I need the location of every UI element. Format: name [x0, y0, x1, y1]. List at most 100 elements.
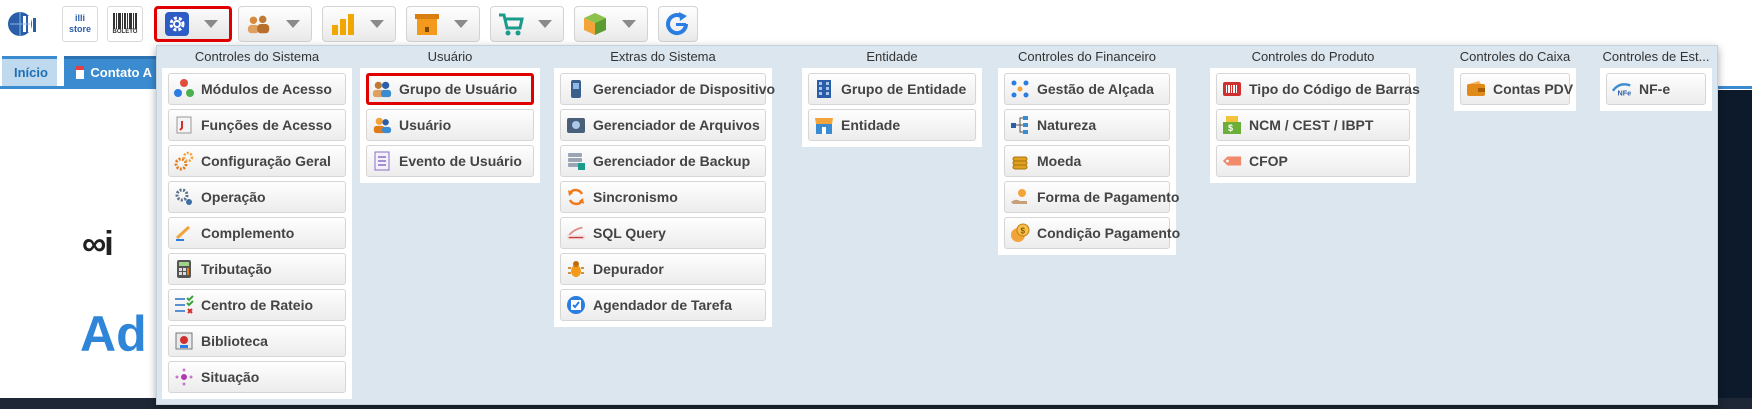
menu-item-sql-query[interactable]: SQL Query — [560, 217, 766, 249]
menu-item-label: Moeda — [1037, 153, 1082, 169]
menu-item-label: Condição Pagamento — [1037, 225, 1181, 241]
column-title: Entidade — [866, 49, 918, 64]
menu-item-label: Biblioteca — [201, 333, 268, 349]
logo-globe-icon[interactable] — [4, 6, 40, 42]
checklist-icon — [174, 295, 194, 315]
column-controles-sistema: Controles do Sistema Módulos de Acesso F… — [162, 46, 352, 399]
task-check-icon — [566, 295, 586, 315]
library-icon — [174, 331, 194, 351]
menu-item-label: Agendador de Tarefa — [593, 297, 732, 313]
svg-text:$: $ — [1021, 227, 1026, 236]
menu-item-label: NF-e — [1639, 81, 1671, 97]
situation-icon — [174, 367, 194, 387]
chevron-down-icon — [454, 20, 468, 28]
menu-item-gestao-alcada[interactable]: Gestão de Alçada — [1004, 73, 1170, 105]
menu-item-gerenciador-backup[interactable]: Gerenciador de Backup — [560, 145, 766, 177]
operation-icon — [174, 187, 194, 207]
menu-item-label: Situação — [201, 369, 260, 385]
gears-icon — [174, 151, 194, 171]
menu-item-grupo-entidade[interactable]: Grupo de Entidade — [808, 73, 976, 105]
column-title: Controles do Financeiro — [1017, 49, 1157, 64]
column-title: Controles de Est... — [1602, 49, 1710, 64]
menu-item-label: Natureza — [1037, 117, 1097, 133]
refresh-button[interactable] — [658, 6, 698, 42]
menu-item-modulos-acesso[interactable]: Módulos de Acesso — [168, 73, 346, 105]
menu-item-label: CFOP — [1249, 153, 1288, 169]
menu-item-centro-rateio[interactable]: Centro de Rateio — [168, 289, 346, 321]
menu-item-nfe[interactable]: NFe NF-e — [1606, 73, 1706, 105]
menu-item-label: Tipo do Código de Barras — [1249, 81, 1420, 97]
menu-item-tributacao[interactable]: Tributação — [168, 253, 346, 285]
products-menu-button[interactable] — [574, 6, 648, 42]
column-title: Controles do Sistema — [194, 49, 320, 64]
menu-item-entidade[interactable]: Entidade — [808, 109, 976, 141]
menu-item-label: Gerenciador de Arquivos — [593, 117, 760, 133]
menu-item-sincronismo[interactable]: Sincronismo — [560, 181, 766, 213]
menu-item-complemento[interactable]: Complemento — [168, 217, 346, 249]
menu-item-contas-pdv[interactable]: Contas PDV — [1460, 73, 1573, 105]
menu-item-situacao[interactable]: Situação — [168, 361, 346, 393]
menu-item-label: Grupo de Usuário — [399, 81, 518, 97]
tab-inicio[interactable]: Início — [2, 56, 57, 86]
calendar-icon — [76, 66, 85, 79]
background-brand-text: ∞i — [82, 225, 114, 263]
menu-item-label: Gerenciador de Dispositivo — [593, 81, 776, 97]
menu-item-forma-pagamento[interactable]: Forma de Pagamento — [1004, 181, 1179, 213]
complement-icon — [174, 223, 194, 243]
menu-item-funcoes-acesso[interactable]: Funções de Acesso — [168, 109, 346, 141]
sync-icon — [566, 187, 586, 207]
users-menu-button[interactable] — [238, 6, 312, 42]
system-settings-button[interactable] — [154, 6, 232, 42]
sales-menu-button[interactable] — [490, 6, 564, 42]
cfop-tag-icon — [1222, 151, 1242, 171]
file-manager-icon — [566, 115, 586, 135]
menu-item-label: Usuário — [399, 117, 452, 133]
menu-item-cfop[interactable]: CFOP — [1216, 145, 1410, 177]
menu-item-label: Sincronismo — [593, 189, 678, 205]
functions-icon — [174, 115, 194, 135]
menu-item-configuracao-geral[interactable]: Configuração Geral — [168, 145, 346, 177]
stock-menu-button[interactable] — [406, 6, 480, 42]
menu-item-label: Gestão de Alçada — [1037, 81, 1154, 97]
menu-item-gerenciador-dispositivo[interactable]: Gerenciador de Dispositivo — [560, 73, 775, 105]
column-title: Controles do Produto — [1251, 49, 1375, 64]
svg-text:$: $ — [1228, 123, 1233, 133]
box-icon — [414, 11, 440, 37]
menu-item-label: Operação — [201, 189, 266, 205]
menu-item-moeda[interactable]: Moeda — [1004, 145, 1170, 177]
menu-item-operacao[interactable]: Operação — [168, 181, 346, 213]
menu-item-label: Funções de Acesso — [201, 117, 332, 133]
menu-item-gerenciador-arquivos[interactable]: Gerenciador de Arquivos — [560, 109, 766, 141]
menu-item-biblioteca[interactable]: Biblioteca — [168, 325, 346, 357]
bug-icon — [566, 259, 586, 279]
menu-item-evento-usuario[interactable]: Evento de Usuário — [366, 145, 534, 177]
boleto-label: BOLETO — [112, 29, 138, 35]
reports-menu-button[interactable] — [322, 6, 396, 42]
barcode-icon — [1222, 79, 1242, 99]
menu-item-ncm-cest-ibpt[interactable]: $ NCM / CEST / IBPT — [1216, 109, 1410, 141]
calculator-icon — [174, 259, 194, 279]
svg-text:NFe: NFe — [1617, 88, 1631, 97]
illi-store-logo[interactable]: illi store — [62, 6, 98, 42]
boleto-barcode-icon[interactable]: BOLETO — [107, 6, 143, 42]
chevron-down-icon — [538, 20, 552, 28]
menu-item-label: NCM / CEST / IBPT — [1249, 117, 1374, 133]
background-heading: Ad — [80, 306, 147, 362]
wallet-icon — [1466, 79, 1486, 99]
tab-contato[interactable]: Contato A — [64, 56, 164, 86]
menu-item-agendador-tarefa[interactable]: Agendador de Tarefa — [560, 289, 766, 321]
menu-item-grupo-usuario[interactable]: Grupo de Usuário — [366, 73, 534, 105]
nfe-icon: NFe — [1612, 79, 1632, 99]
menu-item-usuario[interactable]: Usuário — [366, 109, 534, 141]
menu-item-depurador[interactable]: Depurador — [560, 253, 766, 285]
user-icon — [372, 115, 392, 135]
menu-item-tipo-codigo-barras[interactable]: Tipo do Código de Barras — [1216, 73, 1420, 105]
menu-item-label: Forma de Pagamento — [1037, 189, 1180, 205]
mysql-icon — [566, 223, 586, 243]
device-icon — [566, 79, 586, 99]
column-extras-sistema: Extras do Sistema Gerenciador de Disposi… — [554, 46, 775, 327]
menu-item-condicao-pagamento[interactable]: $ Condição Pagamento — [1004, 217, 1180, 249]
column-title: Extras do Sistema — [610, 49, 716, 64]
menu-item-label: Gerenciador de Backup — [593, 153, 751, 169]
menu-item-natureza[interactable]: Natureza — [1004, 109, 1170, 141]
